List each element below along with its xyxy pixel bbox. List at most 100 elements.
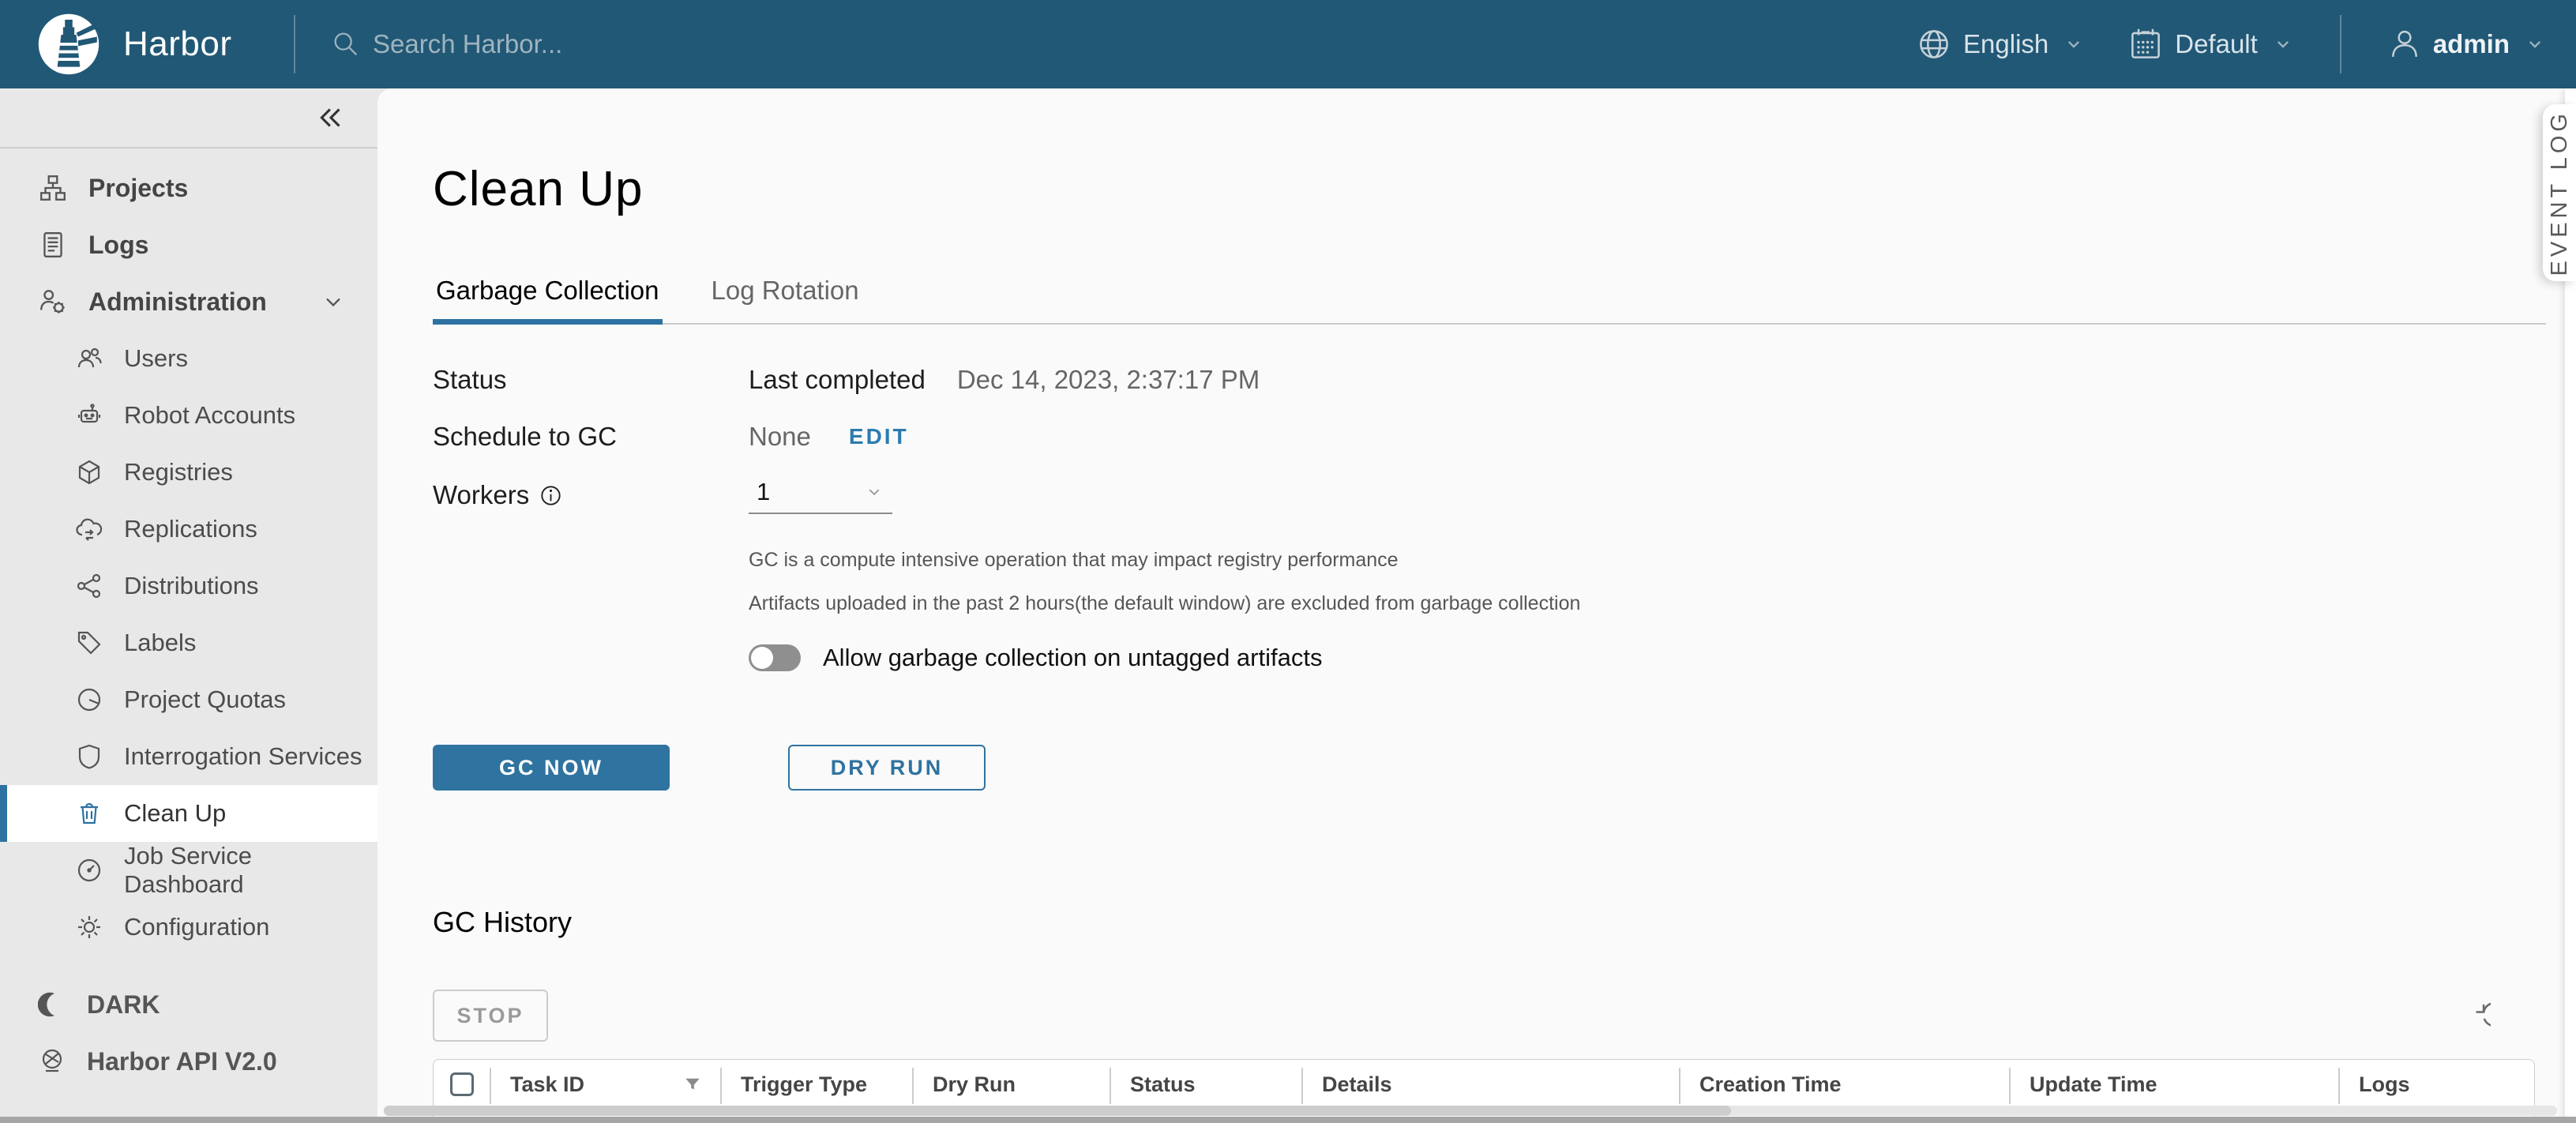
sidebar-bottom: DARK Harbor API V2.0 [0, 976, 377, 1090]
sidebar-item-distributions[interactable]: Distributions [0, 558, 377, 614]
tab-log-rotation[interactable]: Log Rotation [708, 276, 862, 323]
tab-garbage-collection[interactable]: Garbage Collection [433, 276, 663, 323]
distributions-icon [75, 572, 103, 600]
projects-icon [38, 173, 68, 203]
chevron-down-icon [864, 482, 884, 502]
sidebar-item-users[interactable]: Users [0, 330, 377, 387]
column-label: Dry Run [933, 1072, 1016, 1097]
gc-notes: GC is a compute intensive operation that… [749, 549, 2576, 615]
sidebar-nav: Projects Logs [0, 148, 377, 1090]
header-divider [294, 15, 295, 73]
sidebar-item-projects[interactable]: Projects [0, 160, 377, 216]
event-log-label: EVENT LOG [2547, 110, 2573, 276]
select-all-cell [434, 1060, 490, 1109]
gc-history-title: GC History [433, 906, 2576, 939]
sidebar-item-registries[interactable]: Registries [0, 444, 377, 501]
sidebar-collapse-row [0, 88, 377, 148]
column-label: Status [1130, 1072, 1196, 1097]
brand-title: Harbor [123, 24, 232, 64]
window-bottom-scrollbar[interactable] [0, 1117, 2576, 1123]
column-label: Logs [2359, 1072, 2410, 1097]
language-menu[interactable]: English [1916, 26, 2085, 62]
scrollbar-thumb[interactable] [384, 1106, 1731, 1116]
sidebar-item-robot-accounts[interactable]: Robot Accounts [0, 387, 377, 444]
sidebar-item-configuration[interactable]: Configuration [0, 899, 377, 956]
tabs: Garbage Collection Log Rotation [433, 276, 2546, 325]
column-header-details[interactable]: Details [1301, 1060, 1679, 1109]
sidebar-item-label: Distributions [124, 572, 259, 600]
registries-icon [75, 458, 103, 486]
sidebar-item-label: Labels [124, 629, 196, 657]
header-divider [2340, 15, 2341, 73]
column-label: Trigger Type [741, 1072, 867, 1097]
search-icon [330, 28, 362, 60]
administration-subnav: Users Robot Accounts [0, 330, 377, 956]
schedule-value: None [749, 422, 811, 452]
status-key: Last completed [749, 365, 926, 395]
schedule-row: Schedule to GC None EDIT [433, 419, 2576, 454]
toggle-knob [751, 647, 773, 669]
column-label: Task ID [510, 1072, 584, 1097]
datetime-label: Default [2175, 29, 2258, 59]
column-header-logs[interactable]: Logs [2338, 1060, 2534, 1109]
sidebar-item-label: Clean Up [124, 799, 226, 828]
select-all-checkbox[interactable] [450, 1072, 474, 1096]
user-menu[interactable]: admin [2387, 27, 2546, 62]
theme-toggle-dark[interactable]: DARK [0, 976, 377, 1033]
sidebar-item-replications[interactable]: Replications [0, 501, 377, 558]
main-row: Projects Logs [0, 88, 2576, 1123]
users-icon [75, 344, 103, 373]
sidebar-item-label: Projects [88, 174, 188, 203]
sidebar-item-label: Logs [88, 231, 148, 260]
column-header-dry-run[interactable]: Dry Run [912, 1060, 1110, 1109]
interrogation-services-icon [75, 742, 103, 771]
moon-icon [38, 990, 66, 1019]
workers-select[interactable]: 1 [749, 476, 892, 514]
column-label: Details [1322, 1072, 1392, 1097]
untagged-artifacts-toggle[interactable] [749, 644, 801, 671]
status-row: Status Last completed Dec 14, 2023, 2:37… [433, 362, 2576, 397]
sidebar-item-clean-up[interactable]: Clean Up [0, 785, 377, 842]
column-header-task-id[interactable]: Task ID [490, 1060, 720, 1109]
collapse-sidebar-icon[interactable] [314, 101, 347, 134]
user-icon [2387, 27, 2422, 62]
schedule-label: Schedule to GC [433, 422, 749, 452]
gc-actions: GC NOW DRY RUN [433, 745, 2576, 791]
untagged-toggle-label: Allow garbage collection on untagged art… [823, 644, 1322, 672]
sidebar-item-interrogation-services[interactable]: Interrogation Services [0, 728, 377, 785]
column-header-trigger-type[interactable]: Trigger Type [720, 1060, 912, 1109]
harbor-logo-icon [35, 10, 103, 78]
configuration-icon [75, 913, 103, 941]
brand[interactable]: Harbor [0, 10, 294, 78]
search-input[interactable] [373, 29, 878, 59]
edit-schedule-link[interactable]: EDIT [849, 424, 909, 449]
refresh-icon[interactable] [2454, 997, 2491, 1034]
column-label: Update Time [2030, 1072, 2157, 1097]
sidebar-item-labels[interactable]: Labels [0, 614, 377, 671]
globe-icon [1916, 26, 1952, 62]
username-label: admin [2433, 29, 2510, 59]
sidebar-item-project-quotas[interactable]: Project Quotas [0, 671, 377, 728]
info-icon[interactable] [539, 483, 563, 508]
chevron-down-icon [321, 289, 346, 314]
workers-label-wrap: Workers [433, 480, 749, 510]
sidebar-item-harbor-api[interactable]: Harbor API V2.0 [0, 1033, 377, 1090]
sidebar-item-administration[interactable]: Administration [0, 273, 377, 330]
sidebar-item-logs[interactable]: Logs [0, 216, 377, 273]
sidebar-item-job-service-dashboard[interactable]: Job Service Dashboard [0, 842, 377, 899]
sidebar-item-label: Replications [124, 515, 257, 543]
column-header-creation-time[interactable]: Creation Time [1679, 1060, 2009, 1109]
datetime-menu[interactable]: Default [2127, 26, 2294, 62]
labels-icon [75, 629, 103, 657]
table-header-row: Task ID Trigger Type Dry Run [434, 1060, 2534, 1110]
horizontal-scrollbar[interactable] [384, 1106, 2557, 1116]
stop-button[interactable]: STOP [433, 990, 548, 1042]
gc-now-button[interactable]: GC NOW [433, 745, 670, 791]
column-header-update-time[interactable]: Update Time [2009, 1060, 2338, 1109]
dry-run-button[interactable]: DRY RUN [788, 745, 986, 791]
event-log-tab[interactable]: EVENT LOG [2543, 104, 2576, 281]
sidebar-item-label: Project Quotas [124, 685, 286, 714]
column-header-status[interactable]: Status [1110, 1060, 1301, 1109]
filter-icon[interactable] [682, 1074, 703, 1095]
chevron-down-icon [2524, 33, 2546, 55]
